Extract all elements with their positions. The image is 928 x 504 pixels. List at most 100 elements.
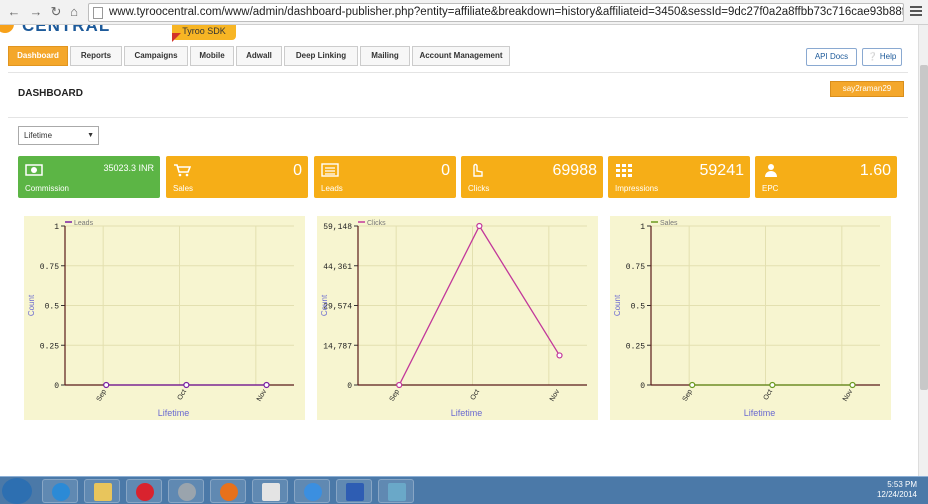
tab-mobile[interactable]: Mobile: [190, 46, 234, 66]
app-taskbar-icon[interactable]: [378, 479, 414, 503]
clock[interactable]: 5:53 PM 12/24/2014: [877, 480, 917, 500]
ribbon-corner-icon: [172, 33, 181, 42]
dashboard-header: DASHBOARD say2raman29: [8, 72, 908, 118]
y-tick-label: 14,787: [323, 342, 352, 351]
list-icon: [321, 163, 339, 177]
period-select[interactable]: Lifetime ▼: [18, 126, 99, 145]
help-button[interactable]: ❔ Help: [862, 48, 902, 66]
chart-clicks: 59,148 44,361 29,574 14,787 0 Clicks Count Life…: [317, 216, 598, 420]
explorer-taskbar-icon[interactable]: [84, 479, 120, 503]
y-tick-label: 44,361: [323, 263, 352, 272]
firefox-taskbar-icon[interactable]: [210, 479, 246, 503]
x-tick-label: Sep: [682, 388, 694, 402]
logo-icon: [0, 25, 14, 33]
user-button[interactable]: say2raman29: [830, 81, 904, 97]
data-point: [556, 352, 563, 359]
tab-dashboard[interactable]: Dashboard: [8, 46, 68, 66]
x-tick-label: Sep: [96, 388, 108, 402]
opera-taskbar-icon[interactable]: [126, 479, 162, 503]
browser-menu-icon[interactable]: [910, 6, 922, 18]
system-tray: 5:53 PM 12/24/2014: [800, 480, 925, 502]
x-axis-label: Lifetime: [744, 408, 776, 418]
tab-adwall[interactable]: Adwall: [236, 46, 282, 66]
x-tick-label: Nov: [549, 388, 562, 403]
header: CENTRAL Tyroo SDK: [0, 25, 918, 43]
data-point: [476, 222, 483, 230]
tab-mailing[interactable]: Mailing: [360, 46, 410, 66]
home-icon[interactable]: ⌂: [66, 4, 82, 20]
money-icon: [25, 163, 43, 177]
back-icon[interactable]: ←: [6, 4, 22, 20]
settings-taskbar-icon[interactable]: [168, 479, 204, 503]
x-tick-label: Oct: [470, 388, 482, 401]
stat-card-impressions: 59241 Impressions: [608, 156, 750, 198]
scrollbar-thumb[interactable]: [920, 65, 928, 390]
clock-time: 5:53 PM: [887, 480, 917, 489]
tab-deep-linking[interactable]: Deep Linking: [284, 46, 358, 66]
y-tick-label: 0.5: [45, 303, 60, 312]
data-point: [849, 381, 856, 389]
legend-label: Sales: [660, 220, 678, 227]
start-button[interactable]: [2, 478, 32, 504]
y-tick-label: 0.75: [626, 263, 645, 272]
data-point: [396, 381, 403, 389]
y-tick-label: 59,148: [323, 223, 352, 232]
y-tick-label: 0.75: [40, 263, 59, 272]
notepad-taskbar-icon[interactable]: [252, 479, 288, 503]
stat-label: Commission: [25, 184, 70, 193]
user-icon: [762, 163, 778, 177]
word-taskbar-icon[interactable]: [336, 479, 372, 503]
stat-label: Leads: [321, 184, 343, 193]
grid-icon: [615, 163, 632, 177]
x-tick-label: Sep: [389, 388, 401, 402]
stat-value: 35023.3 INR: [103, 163, 154, 173]
y-axis-label: Count: [320, 294, 329, 316]
x-tick-label: Oct: [177, 388, 189, 401]
data-point: [183, 381, 190, 389]
sdk-ribbon[interactable]: Tyroo SDK: [172, 25, 236, 40]
clock-date: 12/24/2014: [876, 490, 917, 499]
tab-account-management[interactable]: Account Management: [412, 46, 510, 66]
tab-reports[interactable]: Reports: [70, 46, 122, 66]
page-icon: [93, 7, 103, 19]
x-tick-label: Nov: [256, 388, 269, 403]
stat-value: 0: [441, 162, 450, 179]
chevron-down-icon: ▼: [87, 132, 94, 139]
y-axis-label: Count: [27, 294, 36, 316]
help-icon: ❔: [867, 52, 878, 61]
forward-icon[interactable]: →: [28, 4, 44, 20]
address-bar[interactable]: www.tyroocentral.com/www/admin/dashboard…: [88, 3, 904, 22]
stat-label: Sales: [173, 184, 194, 193]
stat-label: Impressions: [615, 184, 659, 193]
api-docs-button[interactable]: API Docs: [806, 48, 857, 66]
stat-value: 1.60: [859, 162, 891, 179]
chart-sales: 1 0.75 0.5 0.25 0 Sales Count Lifetime Sep Oct Nov: [610, 216, 891, 420]
stat-value: 69988: [552, 162, 598, 179]
browser-toolbar: ← → ↻ ⌂ www.tyroocentral.com/www/admin/d…: [0, 0, 928, 25]
ie-taskbar-icon[interactable]: [42, 479, 78, 503]
y-tick-label: 0.5: [631, 303, 646, 312]
x-axis-label: Lifetime: [451, 408, 483, 418]
tab-campaigns[interactable]: Campaigns: [124, 46, 188, 66]
vertical-scrollbar[interactable]: [918, 25, 928, 476]
legend-label: Clicks: [367, 220, 386, 227]
cart-icon: [173, 163, 192, 177]
data-point: [689, 381, 696, 389]
x-tick-label: Oct: [763, 388, 775, 401]
stat-card-epc: 1.60 EPC: [755, 156, 897, 198]
stat-card-leads: 0 Leads: [314, 156, 456, 198]
x-tick-label: Nov: [842, 388, 855, 403]
help-label: Help: [879, 52, 897, 61]
data-point: [103, 381, 110, 389]
hand-pointer-icon: [468, 163, 484, 177]
chart-svg: 1 0.75 0.5 0.25 0 Leads Count Lifetime Sep Oct Nov: [27, 220, 294, 418]
chrome-taskbar-icon[interactable]: [294, 479, 330, 503]
x-axis-label: Lifetime: [158, 408, 190, 418]
stat-label: EPC: [762, 184, 779, 193]
reload-icon[interactable]: ↻: [48, 4, 64, 20]
stat-label: Clicks: [468, 184, 490, 193]
y-tick-label: 0: [347, 382, 352, 391]
y-tick-label: 0.25: [40, 342, 59, 351]
y-axis-label: Count: [613, 294, 622, 316]
page-title: DASHBOARD: [18, 88, 83, 99]
